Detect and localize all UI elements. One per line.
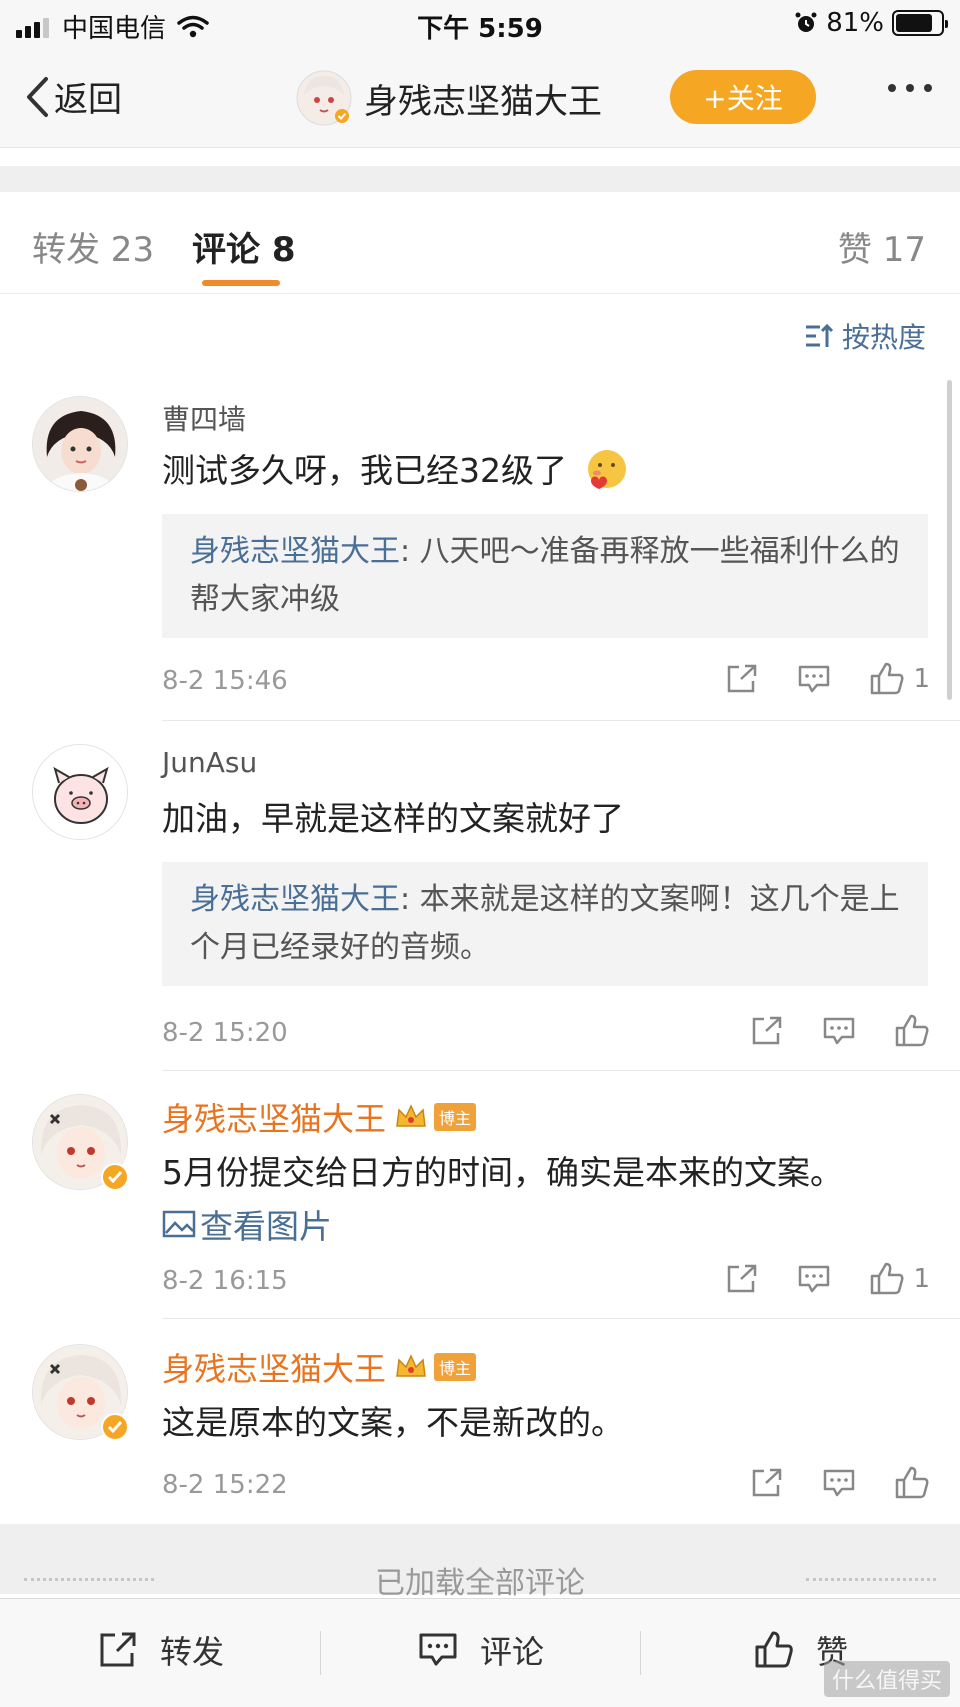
reply-button[interactable] xyxy=(797,1263,831,1295)
all-loaded-footer: 已加载全部评论 xyxy=(0,1524,960,1601)
like-button[interactable] xyxy=(894,1466,930,1500)
avatar[interactable] xyxy=(32,744,128,840)
share-button[interactable] xyxy=(725,663,759,695)
chevron-left-icon xyxy=(27,76,48,117)
comment-actions: 1 xyxy=(687,662,930,696)
share-icon xyxy=(728,1264,757,1293)
comment-text: 5月份提交给日方的时间，确实是本来的文案。 xyxy=(162,1153,843,1192)
share-icon xyxy=(728,664,757,693)
host-badge: 博主 xyxy=(434,1103,477,1131)
comment-time: 8-2 15:22 xyxy=(162,1470,288,1500)
comment-icon xyxy=(799,1265,830,1293)
reply-button[interactable] xyxy=(797,663,831,695)
tab-like[interactable]: 赞 17 xyxy=(838,222,926,271)
share-button[interactable] xyxy=(750,1467,784,1499)
scrollbar[interactable] xyxy=(947,380,952,700)
tab-comment[interactable]: 评论 8 xyxy=(192,222,296,271)
thumbs-up-icon xyxy=(895,1466,929,1499)
more-icon[interactable] xyxy=(878,84,932,92)
blush-emoji-icon xyxy=(587,450,626,489)
tab-indicator xyxy=(202,280,280,286)
comment-time: 8-2 15:20 xyxy=(162,1018,288,1048)
view-image-link[interactable]: 查看图片 xyxy=(162,1200,332,1248)
divider xyxy=(162,720,960,721)
share-icon xyxy=(752,1016,782,1045)
comment-username[interactable]: 身残志坚猫大王 博主 xyxy=(162,1094,477,1140)
section-separator xyxy=(0,166,960,192)
comment-actions: 1 xyxy=(687,1262,930,1296)
avatar[interactable] xyxy=(32,396,128,492)
tab-bar: 转发 23 评论 8 赞 17 xyxy=(0,192,960,294)
thumbs-up-icon xyxy=(871,1262,904,1295)
like-count: 1 xyxy=(913,1264,930,1294)
crown-icon xyxy=(396,1104,426,1127)
thumbs-up-icon xyxy=(755,1631,793,1668)
verified-icon xyxy=(101,1413,129,1441)
watermark: 什么值得买 xyxy=(823,1661,950,1697)
nav-bar: 返回 身残志坚猫大王 +关注 xyxy=(0,48,960,148)
follow-button[interactable]: +关注 xyxy=(670,70,816,124)
like-button[interactable]: 1 xyxy=(869,662,930,696)
comment-time: 8-2 16:15 xyxy=(162,1266,288,1296)
image-icon xyxy=(162,1210,196,1238)
comment-icon xyxy=(823,1017,855,1045)
sort-button[interactable]: 按热度 xyxy=(804,316,926,356)
bottom-comment-button[interactable]: 评论 xyxy=(418,1627,544,1673)
nav-user-name: 身残志坚猫大王 xyxy=(364,81,602,122)
sort-icon xyxy=(805,323,834,347)
comment-username[interactable]: JunAsu xyxy=(162,746,257,779)
comment-text: 加油，早就是这样的文案就好了 xyxy=(162,799,624,838)
comment-text: 测试多久呀，我已经32级了 xyxy=(162,444,628,492)
like-count: 1 xyxy=(913,664,930,694)
comment-actions xyxy=(712,1466,930,1500)
comment-username[interactable]: 曹四墙 xyxy=(162,398,246,438)
share-icon xyxy=(100,1632,136,1667)
share-button[interactable] xyxy=(725,1263,759,1295)
author-reply[interactable]: 身残志坚猫大王: 八天吧～准备再释放一些福利什么的帮大家冲级 xyxy=(162,514,928,638)
divider xyxy=(320,1631,321,1675)
like-button[interactable]: 1 xyxy=(869,1262,930,1296)
thumbs-up-icon xyxy=(871,662,904,695)
like-button[interactable] xyxy=(894,1014,930,1048)
comment-actions xyxy=(712,1014,930,1048)
avatar xyxy=(296,70,352,126)
share-button[interactable] xyxy=(750,1015,784,1047)
back-label: 返回 xyxy=(54,80,122,120)
divider xyxy=(640,1631,641,1675)
thumbs-up-icon xyxy=(895,1014,929,1047)
host-badge: 博主 xyxy=(434,1353,477,1381)
dotted-divider xyxy=(806,1578,936,1581)
alarm-icon xyxy=(795,12,817,32)
comment-text: 这是原本的文案，不是新改的。 xyxy=(162,1403,624,1442)
sort-label: 按热度 xyxy=(841,321,926,354)
reply-button[interactable] xyxy=(822,1015,856,1047)
reply-author-name[interactable]: 身残志坚猫大王 xyxy=(190,882,400,917)
share-icon xyxy=(752,1468,782,1497)
battery-percent: 81% xyxy=(826,8,884,38)
status-right: 81% xyxy=(794,8,948,38)
bottom-action-bar: 转发 评论 赞 什么值得买 xyxy=(0,1598,960,1707)
verified-icon xyxy=(101,1163,129,1191)
divider xyxy=(162,1070,960,1071)
divider xyxy=(162,1318,960,1319)
battery-icon xyxy=(892,10,948,36)
bottom-repost-button[interactable]: 转发 xyxy=(98,1627,224,1673)
tab-repost[interactable]: 转发 23 xyxy=(32,222,154,271)
comment-icon xyxy=(823,1469,855,1497)
reply-button[interactable] xyxy=(822,1467,856,1499)
comment-time: 8-2 15:46 xyxy=(162,666,288,696)
back-button[interactable]: 返回 xyxy=(24,72,122,121)
comment-icon xyxy=(419,1633,457,1666)
comment-icon xyxy=(799,665,830,693)
crown-icon xyxy=(396,1354,426,1377)
nav-user[interactable]: 身残志坚猫大王 xyxy=(296,70,602,126)
reply-author-name[interactable]: 身残志坚猫大王 xyxy=(190,534,400,569)
comment-username[interactable]: 身残志坚猫大王 博主 xyxy=(162,1344,477,1390)
status-bar: 中国电信 下午 5:59 81% xyxy=(0,0,960,48)
author-reply[interactable]: 身残志坚猫大王: 本来就是这样的文案啊！这几个是上个月已经录好的音频。 xyxy=(162,862,928,986)
